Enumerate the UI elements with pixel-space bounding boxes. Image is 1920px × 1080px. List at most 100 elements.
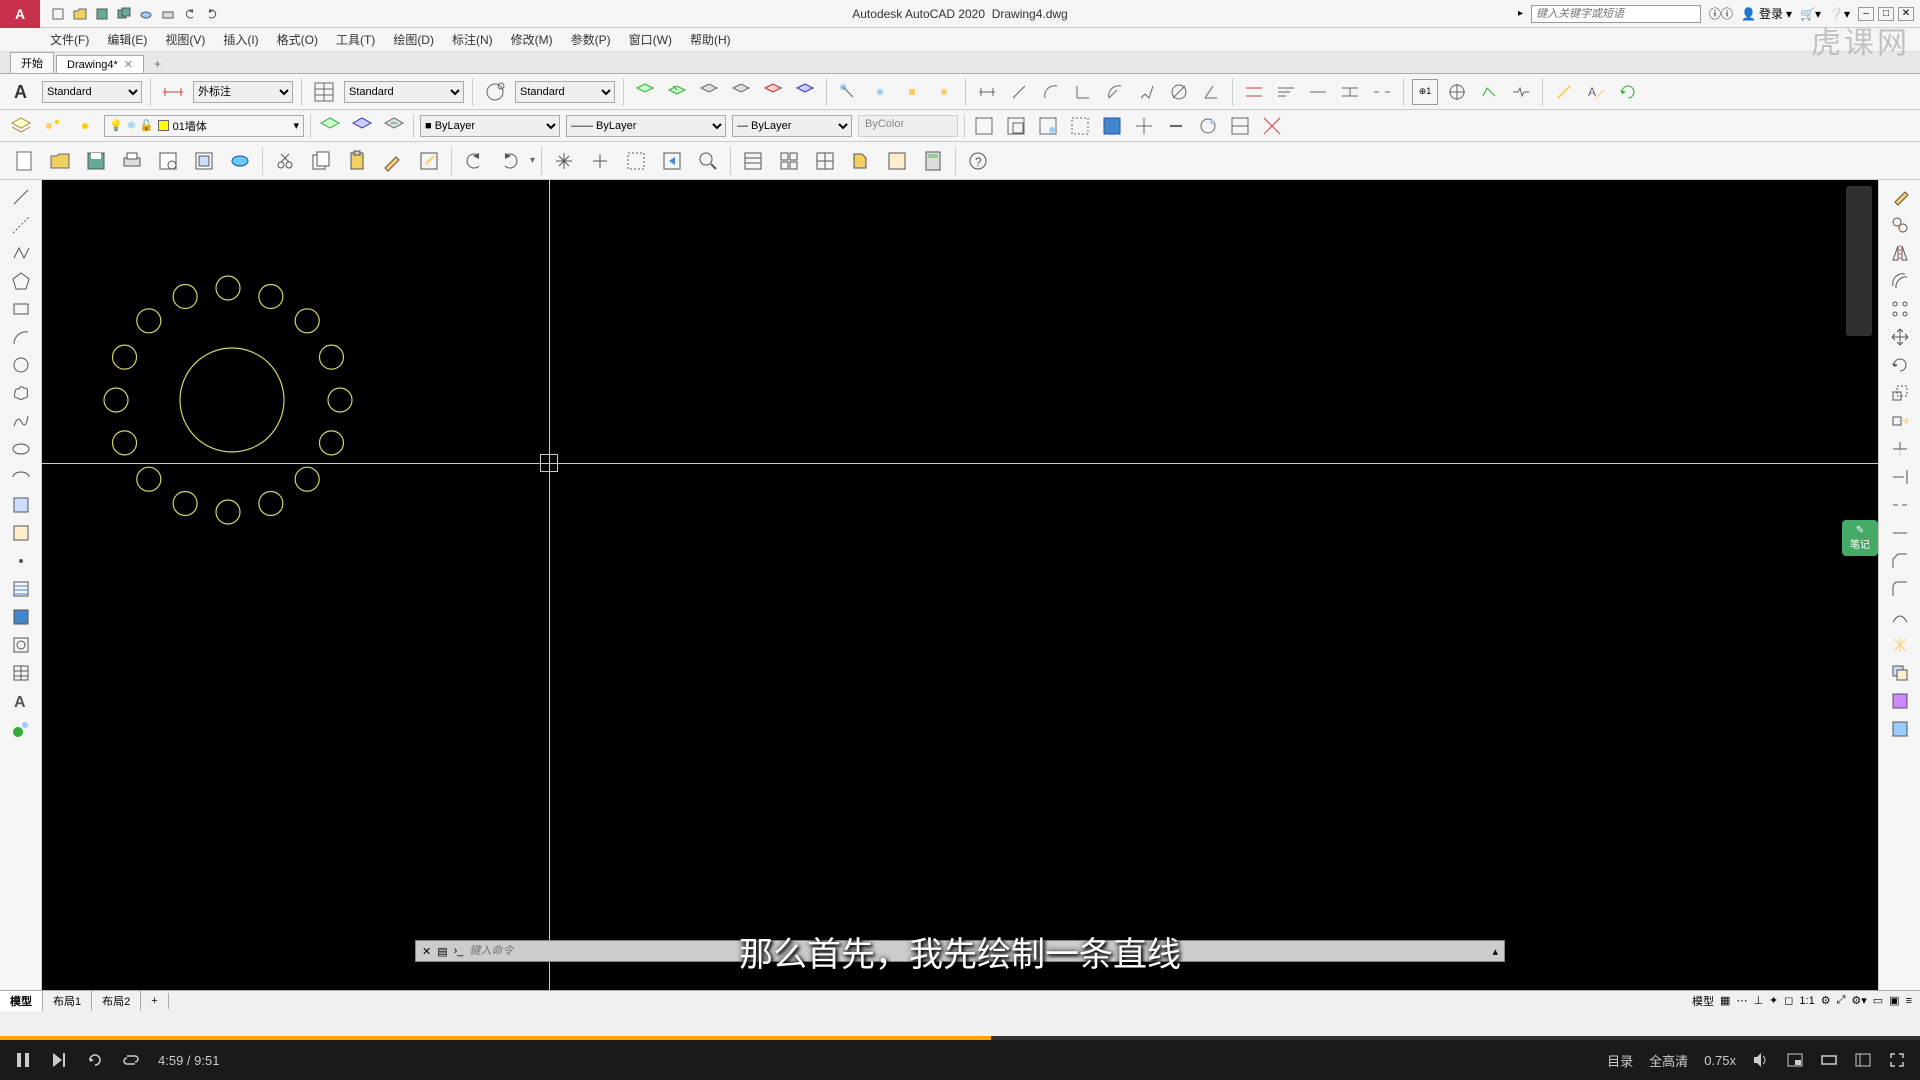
menu-view[interactable]: 视图(V) [165,31,205,48]
polyline-tool-icon[interactable] [8,240,34,266]
dim-ordinate-icon[interactable] [1070,79,1096,105]
arc-tool-icon[interactable] [8,324,34,350]
linetype-select[interactable]: —— ByLayer [566,115,726,137]
note-button[interactable]: ✎笔记 [1842,520,1878,556]
blend-tool-icon[interactable] [1887,604,1913,630]
redo-icon[interactable] [494,145,526,177]
trim-tool-icon[interactable] [1887,436,1913,462]
zoom-realtime-icon[interactable] [692,145,724,177]
make-block-icon[interactable] [8,520,34,546]
status-snap-icon[interactable]: ⋯ [1736,994,1747,1007]
fillet-tool-icon[interactable] [1887,576,1913,602]
cmd-history-icon[interactable]: ▤ [437,945,447,958]
rotate-tool-icon[interactable] [1887,352,1913,378]
jogline-icon[interactable] [1508,79,1534,105]
account-icon[interactable]: 👤 登录 ▾ [1741,5,1792,22]
table-style-icon[interactable] [310,78,338,106]
line-tool-icon[interactable] [8,184,34,210]
doctab-close-icon[interactable]: ✕ [124,58,133,71]
status-osnap-icon[interactable]: ◻ [1784,994,1793,1007]
dimbreak-icon[interactable] [1369,79,1395,105]
polygon-tool-icon[interactable] [8,268,34,294]
status-clean-icon[interactable]: ▣ [1889,994,1899,1007]
cmd-close-icon[interactable]: ✕ [422,945,431,958]
mleader-style-icon[interactable] [481,78,509,106]
dim-jogged-icon[interactable] [1134,79,1160,105]
3dprint-icon[interactable] [224,145,256,177]
ellipse-arc-icon[interactable] [8,464,34,490]
zoom-window-icon[interactable] [620,145,652,177]
qat-plot-icon[interactable] [158,4,178,24]
zoom-prev-icon[interactable] [656,145,688,177]
block-set-icon[interactable] [1131,113,1157,139]
spline-tool-icon[interactable] [8,408,34,434]
scale-tool-icon[interactable] [1887,380,1913,406]
quality-button[interactable]: 全高清 [1649,1051,1688,1070]
layer-freeze-icon[interactable] [696,79,722,105]
baseline-icon[interactable] [1273,79,1299,105]
status-grid-icon[interactable]: ▦ [1720,994,1730,1007]
theater-icon[interactable] [1820,1051,1838,1069]
volume-icon[interactable] [1752,1051,1770,1069]
ellipse-tool-icon[interactable] [8,436,34,462]
layer-state-icon[interactable] [632,79,658,105]
add-layout-button[interactable]: + [141,993,168,1009]
zoom-icon[interactable] [584,145,616,177]
menu-help[interactable]: 帮助(H) [690,31,731,48]
block-sync-icon[interactable] [1195,113,1221,139]
layer-lock-icon[interactable] [728,79,754,105]
dim-diameter-icon[interactable] [1166,79,1192,105]
status-workspace-icon[interactable]: ⚙▾ [1851,994,1866,1007]
osnap-center-icon[interactable] [899,79,925,105]
qat-redo-icon[interactable] [202,4,222,24]
blockeditor-icon[interactable] [413,145,445,177]
layer-on-icon[interactable] [664,79,690,105]
layer-prev-icon[interactable] [792,79,818,105]
print-icon[interactable] [116,145,148,177]
inspect-icon[interactable] [1476,79,1502,105]
move-tool-icon[interactable] [1887,324,1913,350]
rectangle-tool-icon[interactable] [8,296,34,322]
layer-filter-icon[interactable] [40,113,66,139]
status-ortho-icon[interactable]: ⊥ [1753,994,1763,1007]
model-tab[interactable]: 模型 [0,991,43,1011]
menu-tools[interactable]: 工具(T) [336,31,375,48]
table-style-select[interactable]: Standard [344,81,464,103]
qat-save-icon[interactable] [92,4,112,24]
pan-icon[interactable] [548,145,580,177]
status-monitor-icon[interactable]: ▭ [1873,994,1883,1007]
chamfer-tool-icon[interactable] [1887,548,1913,574]
menu-draw[interactable]: 绘图(D) [393,31,434,48]
settings-icon[interactable] [1854,1051,1872,1069]
quickcalc-icon[interactable] [917,145,949,177]
block-wblock-icon[interactable] [1099,113,1125,139]
infocenter-icon[interactable]: ⓘⓘ [1709,5,1733,22]
block-ref-icon[interactable] [1227,113,1253,139]
menu-parametric[interactable]: 参数(P) [571,31,611,48]
offset-tool-icon[interactable] [1887,268,1913,294]
properties-icon[interactable] [737,145,769,177]
matchprop-icon[interactable] [377,145,409,177]
doctab-add-button[interactable]: + [146,55,169,73]
preview-icon[interactable] [152,145,184,177]
dim-aligned-icon[interactable] [1006,79,1032,105]
mirror-tool-icon[interactable] [1887,240,1913,266]
menu-format[interactable]: 格式(O) [277,31,318,48]
lineweight-select[interactable]: — ByLayer [732,115,852,137]
menu-modify[interactable]: 修改(M) [511,31,553,48]
gradient-tool-icon[interactable] [8,604,34,630]
explode-tool-icon[interactable] [1887,632,1913,658]
status-custom-icon[interactable]: ≡ [1906,995,1912,1007]
dim-angular-icon[interactable] [1198,79,1224,105]
menu-edit[interactable]: 编辑(E) [107,31,147,48]
layer-match-icon[interactable] [760,79,786,105]
addselected-icon[interactable] [8,716,34,742]
block-create-icon[interactable] [1003,113,1029,139]
pause-button[interactable] [14,1051,32,1069]
make-current-icon[interactable] [317,113,343,139]
layer-select[interactable]: 💡❄🔓 01墙体 ▾ [104,115,304,137]
search-input[interactable] [1531,5,1701,23]
layout1-tab[interactable]: 布局1 [43,991,92,1011]
draworder-icon[interactable] [1887,660,1913,686]
dim-radius-icon[interactable] [1102,79,1128,105]
